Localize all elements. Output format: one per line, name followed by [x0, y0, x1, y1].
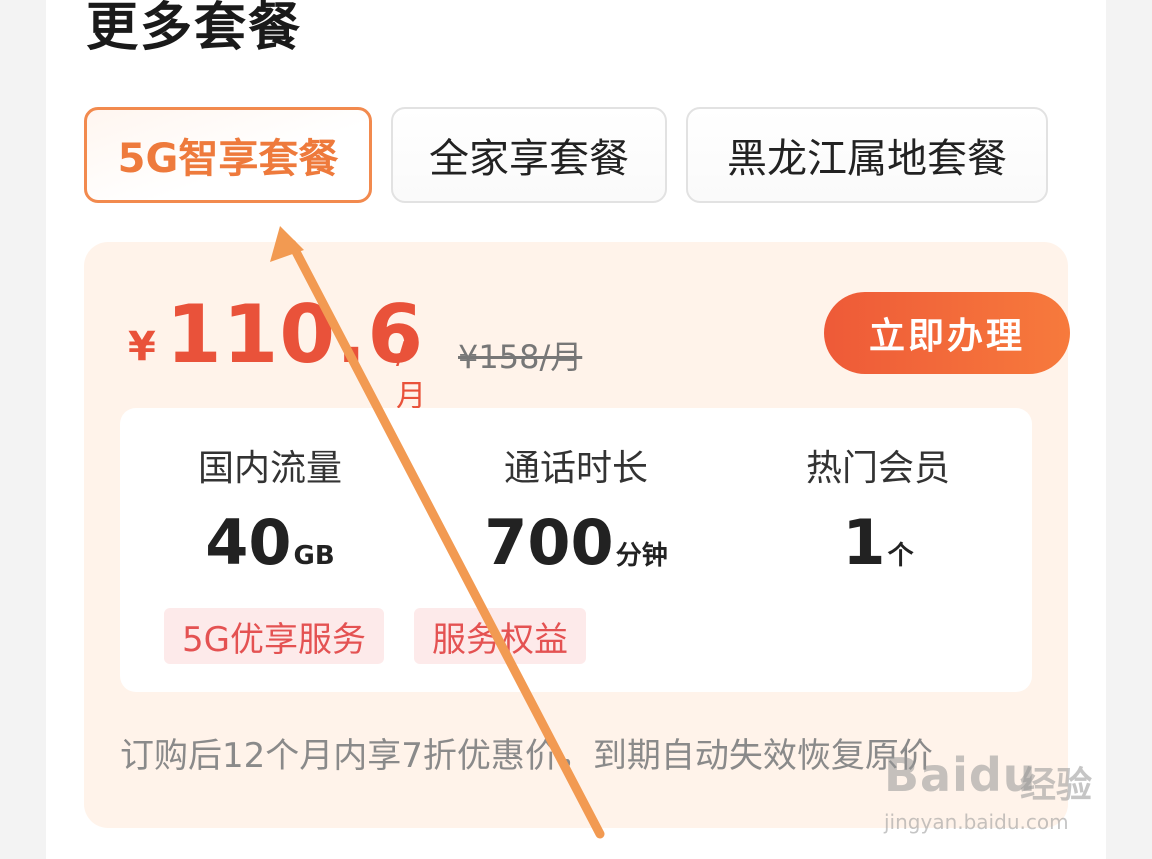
tag-5g-service: 5G优享服务: [164, 608, 384, 664]
benefits-panel: 国内流量 40GB 通话时长 700分钟 热门会员 1个 5G优享服务 服务权益: [120, 408, 1032, 692]
stat-label: 热门会员: [805, 448, 950, 489]
stat-unit: GB: [293, 541, 335, 571]
stat-number: 700: [484, 506, 614, 579]
stat-value: 1个: [728, 508, 1028, 594]
stat-label: 通话时长: [503, 448, 648, 489]
stat-unit: 个: [887, 541, 914, 571]
stat-label: 国内流量: [197, 448, 342, 489]
plan-price: 110.6: [166, 288, 425, 381]
watermark-brand: Baidu: [884, 748, 1037, 802]
stat-data-volume: 国内流量 40GB: [120, 444, 420, 594]
watermark: Baidu 经验 jingyan.baidu.com: [884, 748, 1094, 838]
watermark-url: jingyan.baidu.com: [884, 810, 1069, 834]
discount-note: 订购后12个月内享7折优惠价，到期自动失效恢复原价: [120, 736, 933, 776]
stat-call-minutes: 通话时长 700分钟: [426, 444, 726, 594]
stat-number: 40: [205, 506, 292, 579]
tab-heilongjiang-plan[interactable]: 黑龙江属地套餐: [686, 107, 1048, 203]
stat-value: 40GB: [120, 508, 420, 594]
stat-value: 700分钟: [426, 508, 726, 594]
tab-label: 黑龙江属地套餐: [727, 136, 1007, 182]
currency-symbol: ¥: [128, 324, 156, 370]
original-price: ¥158/月: [458, 338, 583, 376]
tab-5g-smart-plan[interactable]: 5G智享套餐: [84, 107, 372, 203]
tab-family-plan[interactable]: 全家享套餐: [391, 107, 667, 203]
stat-unit: 分钟: [615, 541, 668, 571]
watermark-cn: 经验: [1020, 765, 1093, 806]
plan-card: ¥ 110.6 /月 ¥158/月 立即办理 国内流量 40GB 通话时长 70…: [84, 242, 1070, 828]
apply-now-button[interactable]: 立即办理: [824, 292, 1070, 374]
plans-page: 更多套餐 5G智享套餐 全家享套餐 黑龙江属地套餐 ¥ 110.6 /月 ¥15…: [46, 0, 1106, 859]
tab-label: 5G智享套餐: [117, 136, 339, 182]
stat-number: 1: [842, 506, 886, 579]
price-period: /月: [396, 336, 426, 414]
tab-label: 全家享套餐: [429, 136, 629, 182]
tag-service-rights: 服务权益: [414, 608, 586, 664]
section-title: 更多套餐: [86, 0, 303, 58]
stat-membership: 热门会员 1个: [728, 444, 1028, 594]
